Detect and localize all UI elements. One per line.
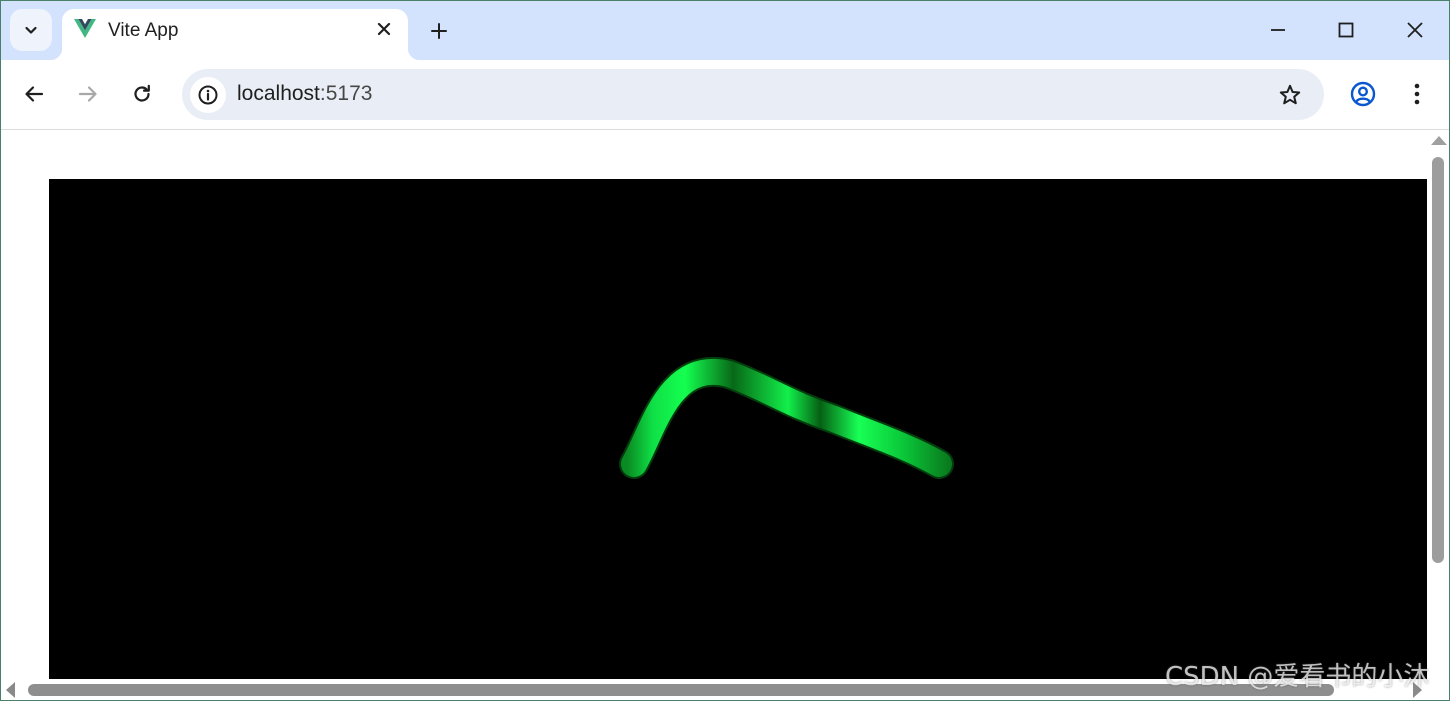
star-icon [1279, 84, 1301, 105]
arrow-right-icon [78, 86, 97, 102]
url-text: localhost:5173 [237, 82, 372, 106]
profile-button[interactable] [1345, 76, 1381, 112]
vue-logo-icon [74, 19, 96, 38]
chevron-down-icon [25, 26, 37, 34]
watermark: CSDN @爱看书的小沐 [1165, 662, 1430, 692]
close-icon [377, 22, 391, 36]
menu-button[interactable] [1399, 76, 1435, 112]
minimize-button[interactable] [1256, 10, 1300, 50]
site-info-button[interactable] [190, 77, 226, 113]
minimize-icon [1271, 29, 1285, 31]
reload-icon [134, 84, 150, 102]
vertical-scroll-thumb[interactable] [1432, 157, 1444, 563]
threejs-canvas[interactable] [49, 179, 1427, 679]
address-bar[interactable]: localhost:5173 [182, 69, 1324, 120]
tab-title: Vite App [108, 20, 179, 41]
reload-button[interactable] [124, 76, 160, 112]
tab-close-button[interactable] [372, 17, 396, 41]
url-port: :5173 [319, 82, 373, 105]
scroll-up-arrow-icon[interactable] [1431, 136, 1447, 145]
forward-button[interactable] [70, 76, 106, 112]
close-icon [1407, 22, 1423, 38]
scroll-left-arrow-icon[interactable] [6, 682, 15, 698]
bookmark-button[interactable] [1276, 81, 1304, 109]
horizontal-scroll-thumb[interactable] [28, 684, 1334, 696]
plus-icon [431, 23, 447, 39]
info-icon [198, 85, 218, 105]
tab-strip: Vite App [0, 0, 1450, 60]
back-button[interactable] [16, 76, 52, 112]
page-viewport: CSDN @爱看书的小沐 [0, 130, 1450, 701]
profile-icon [1350, 81, 1376, 107]
arrow-left-icon [25, 86, 44, 102]
maximize-icon [1338, 22, 1354, 38]
green-tube [619, 357, 954, 479]
browser-toolbar: localhost:5173 [0, 60, 1450, 130]
tab-active[interactable]: Vite App [50, 9, 420, 60]
tab-search-button[interactable] [10, 9, 52, 51]
more-vert-icon [1414, 83, 1420, 105]
vertical-scrollbar[interactable] [1429, 130, 1450, 701]
close-window-button[interactable] [1393, 10, 1437, 50]
new-tab-button[interactable] [424, 16, 454, 46]
url-host: localhost [237, 82, 320, 105]
maximize-button[interactable] [1324, 10, 1368, 50]
browser-window: Vite App localhost:5173 CSDN @爱看书的小沐 [0, 0, 1450, 701]
